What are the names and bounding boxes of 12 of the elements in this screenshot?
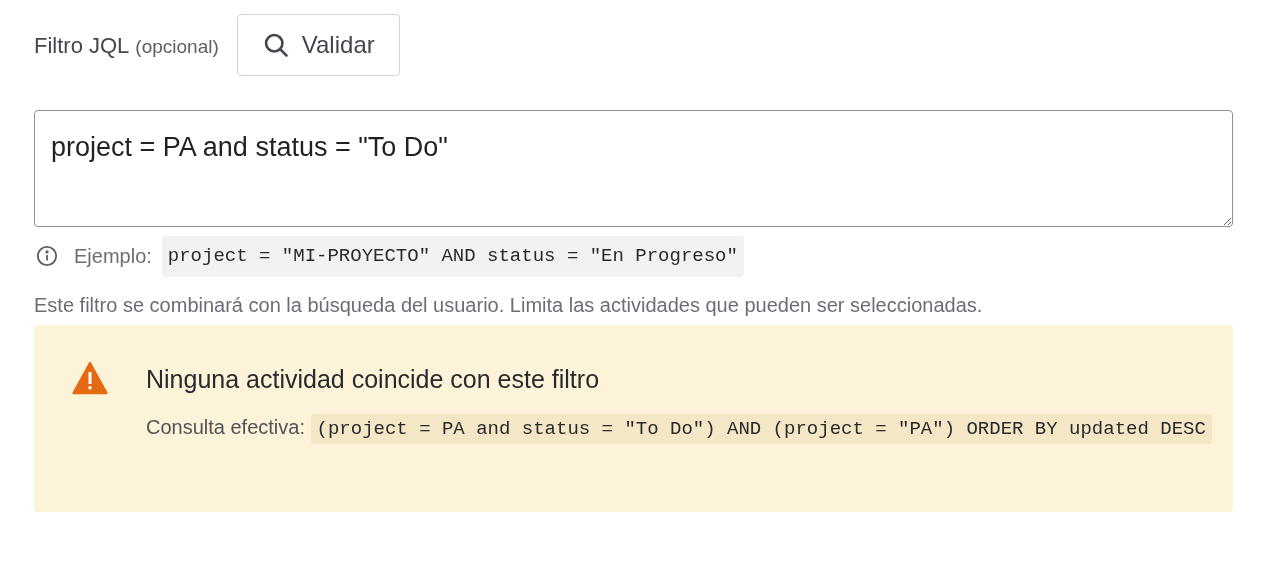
query-label: Consulta efectiva:	[146, 416, 306, 438]
info-icon	[36, 245, 58, 268]
warning-icon	[72, 360, 108, 395]
warning-title: Ninguna actividad coincide con este filtro	[146, 363, 601, 395]
query-field[interactable]: project = PA and status = "To Do"	[34, 110, 1233, 227]
effective-query: (project = PA and status = "To Do") AND (project = "PA") ORDER BY updated DESC	[310, 414, 1212, 444]
example-code: project = "MI-PROYECTO" AND status = "En Progreso"	[161, 236, 744, 277]
optional-note: (opcional)	[135, 34, 219, 59]
help-text: Este filtro se combinará con la búsqueda del usuario. Limita las actividades que pueden ser seleccionadas.	[34, 292, 984, 318]
validate-button[interactable]: Validar	[236, 14, 400, 76]
example-label: Ejemplo:	[74, 244, 152, 270]
field-label: Filtro JQL	[34, 31, 130, 60]
